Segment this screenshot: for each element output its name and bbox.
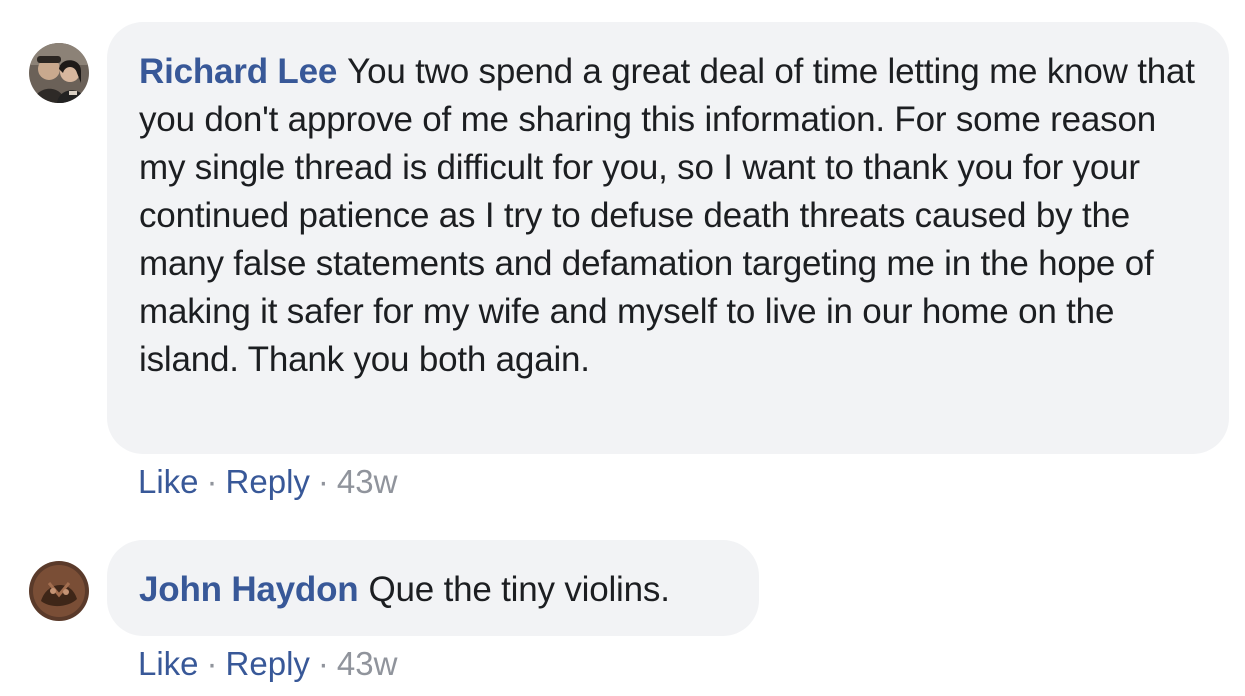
like-button[interactable]: Like	[138, 463, 199, 500]
avatar[interactable]	[29, 43, 89, 103]
comment-bubble: Richard Lee You two spend a great deal of…	[107, 22, 1229, 454]
separator-dot: ·	[317, 463, 329, 500]
separator-dot: ·	[206, 645, 218, 682]
avatar[interactable]	[29, 561, 89, 621]
reply-button[interactable]: Reply	[226, 645, 310, 682]
comment-timestamp[interactable]: 43w	[337, 645, 398, 682]
like-button[interactable]: Like	[138, 645, 199, 682]
comment-timestamp[interactable]: 43w	[337, 463, 398, 500]
separator-dot: ·	[317, 645, 329, 682]
avatar-photo-icon	[29, 43, 89, 103]
comment-actions: Like · Reply · 43w	[138, 644, 397, 684]
comment-body: You two spend a great deal of time letti…	[139, 52, 1195, 379]
comment-author-link[interactable]: Richard Lee	[139, 52, 337, 91]
reply-button[interactable]: Reply	[226, 463, 310, 500]
comment-text-block: John Haydon Que the tiny violins.	[139, 566, 729, 614]
separator-dot: ·	[206, 463, 218, 500]
comment-body: Que the tiny violins.	[368, 570, 670, 609]
avatar-photo-icon	[29, 561, 89, 621]
comment-actions: Like · Reply · 43w	[138, 462, 397, 502]
comment-text-block: Richard Lee You two spend a great deal of…	[139, 48, 1199, 384]
comment-author-link[interactable]: John Haydon	[139, 570, 359, 609]
comment-bubble: John Haydon Que the tiny violins.	[107, 540, 759, 636]
